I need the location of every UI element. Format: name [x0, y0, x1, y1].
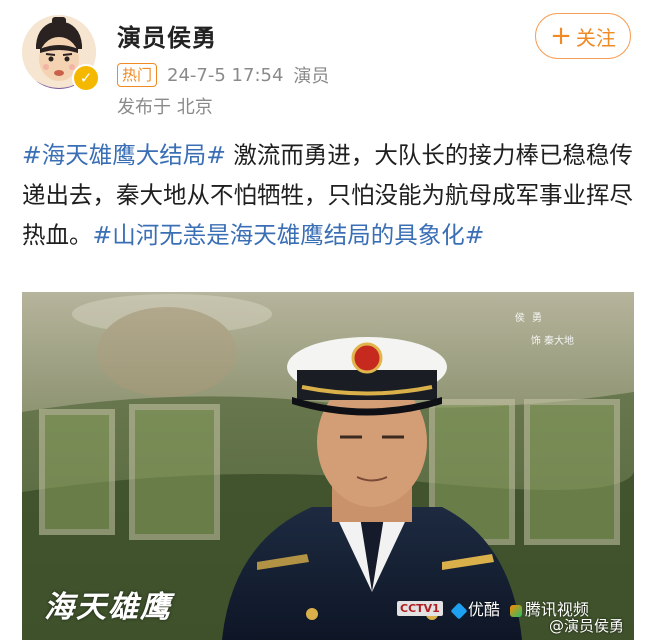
verified-badge-icon: ✓ [72, 64, 100, 92]
post-header: ✓ 演员侯勇 热门 24-7-5 17:54 演员 发布于 北京 + 关注 [0, 0, 654, 120]
follow-button[interactable]: + 关注 [535, 13, 631, 59]
show-title-logo: 海天雄鹰 [44, 590, 172, 625]
youku-icon [450, 602, 468, 619]
plus-icon: + [550, 21, 572, 51]
hashtag-link[interactable]: #海天雄鹰大结局# [22, 141, 226, 169]
post-location: 发布于 北京 [117, 97, 213, 118]
cctv-logo: CCTV1 [397, 600, 443, 616]
poster-credit-name: 侯 勇 [514, 313, 544, 324]
post-timestamp: 24-7-5 17:54 [167, 64, 284, 86]
post-source: 演员 [293, 66, 330, 87]
post-image[interactable]: 侯 勇 饰 秦大地 海天雄鹰 CCTV1 优酷 腾讯视频 @演员侯勇 [22, 292, 634, 640]
author-name[interactable]: 演员侯勇 [117, 18, 217, 53]
hashtag-link[interactable]: #山河无恙是海天雄鹰结局的具象化# [93, 221, 485, 249]
tencent-video-icon [509, 604, 522, 617]
post-meta: 热门 24-7-5 17:54 演员 [117, 62, 329, 88]
poster-credit-role: 饰 秦大地 [530, 336, 574, 347]
youku-logo: 优酷 [450, 596, 500, 620]
hot-badge: 热门 [117, 63, 158, 87]
image-watermark: @演员侯勇 [548, 617, 624, 635]
post-body: #海天雄鹰大结局# 激流而勇进，大队长的接力棒已稳稳传递出去，秦大地从不怕牺牲，… [22, 135, 634, 255]
follow-label: 关注 [575, 25, 616, 50]
